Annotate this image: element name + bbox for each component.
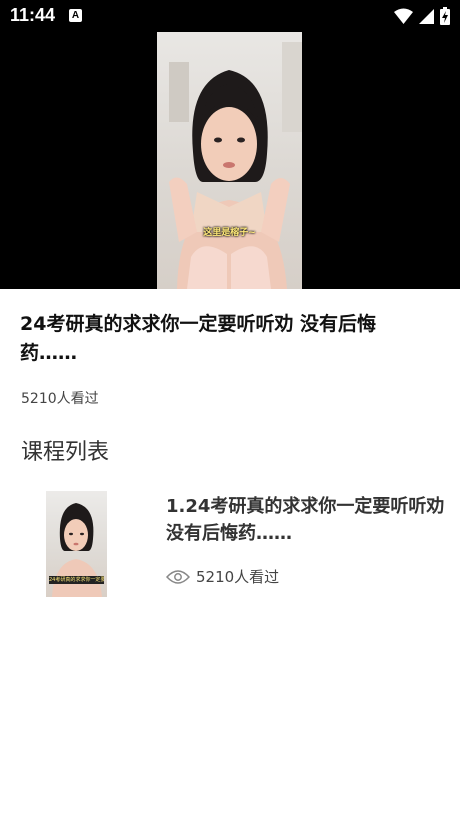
course-views: 5210人看过 (166, 566, 279, 587)
status-bar: 11:44 A (0, 0, 460, 32)
course-list-item[interactable]: 24考研真的求求你一定要听听劝 1.24考研真的求求你一定要听听劝 没有后悔药…… (0, 483, 460, 603)
eye-icon (166, 569, 190, 584)
video-player[interactable]: 这里是榕子~ (0, 32, 460, 289)
course-title: 1.24考研真的求求你一定要听听劝 没有后悔药…… (166, 496, 445, 544)
notification-app-icon: A (69, 9, 82, 22)
video-subtitle: 这里是榕子~ (203, 228, 256, 238)
course-views-text: 5210人看过 (196, 568, 280, 586)
thumbnail-caption: 24考研真的求求你一定要听听劝 (49, 576, 104, 584)
wifi-icon (394, 8, 413, 24)
cellular-signal-icon (419, 8, 434, 24)
video-view-count: 5210人看过 (21, 391, 99, 407)
video-person-image (169, 42, 302, 289)
video-title: 24考研真的求求你一定要听听劝 没有后悔药…… (20, 313, 377, 364)
course-list-heading: 课程列表 (21, 440, 110, 465)
battery-charging-icon (440, 7, 450, 25)
status-time: 11:44 (10, 5, 56, 25)
status-icons (394, 7, 450, 25)
video-frame[interactable]: 这里是榕子~ (157, 32, 302, 289)
course-thumbnail[interactable]: 24考研真的求求你一定要听听劝 (46, 491, 107, 597)
